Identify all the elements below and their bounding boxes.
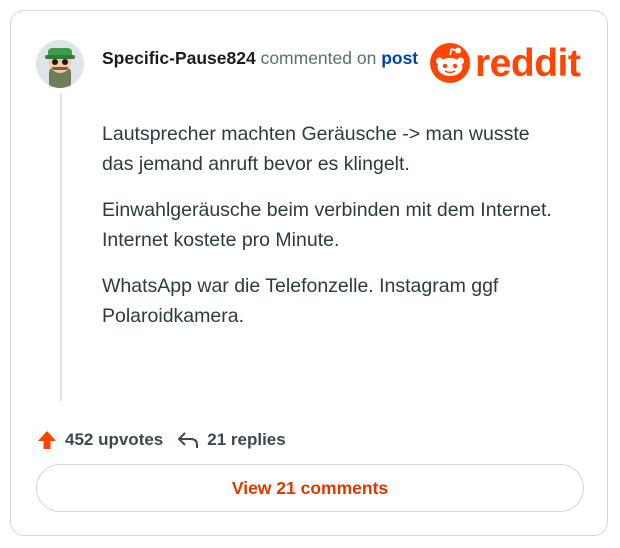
comment-paragraph: WhatsApp war die Telefonzelle. Instagram… [102, 275, 499, 327]
replies-button[interactable]: 21 replies [176, 429, 286, 451]
upvote-button[interactable]: 452 upvotes [36, 429, 163, 451]
comment-card: Specific-Pause824 commented on post redd… [10, 10, 608, 536]
avatar[interactable] [36, 40, 84, 88]
post-link[interactable]: post [381, 48, 418, 68]
comment-paragraph: Lautsprecher machten Geräusche -> man wu… [102, 123, 530, 175]
reddit-wordmark: reddit [475, 41, 581, 85]
upvote-count: 452 upvotes [65, 430, 164, 449]
reddit-logo[interactable]: reddit [429, 41, 581, 85]
reply-count: 21 replies [207, 430, 286, 449]
avatar-image [36, 40, 84, 88]
username-link[interactable]: Specific-Pause824 [102, 48, 256, 68]
action-text: commented on [255, 48, 382, 68]
reddit-snoo-icon [430, 43, 470, 83]
comment-header: Specific-Pause824 commented on post [102, 48, 418, 69]
comment-paragraph: Einwahlgeräusche beim verbinden mit dem … [102, 199, 552, 251]
reply-arrow-icon [178, 432, 199, 448]
comment-body: Lautsprecher machten Geräusche -> man wu… [102, 119, 562, 347]
upvote-arrow-icon [38, 431, 56, 449]
view-comments-button[interactable]: View 21 comments [36, 464, 584, 512]
thread-line [60, 93, 62, 401]
comment-stats: 452 upvotes 21 replies [36, 429, 286, 451]
